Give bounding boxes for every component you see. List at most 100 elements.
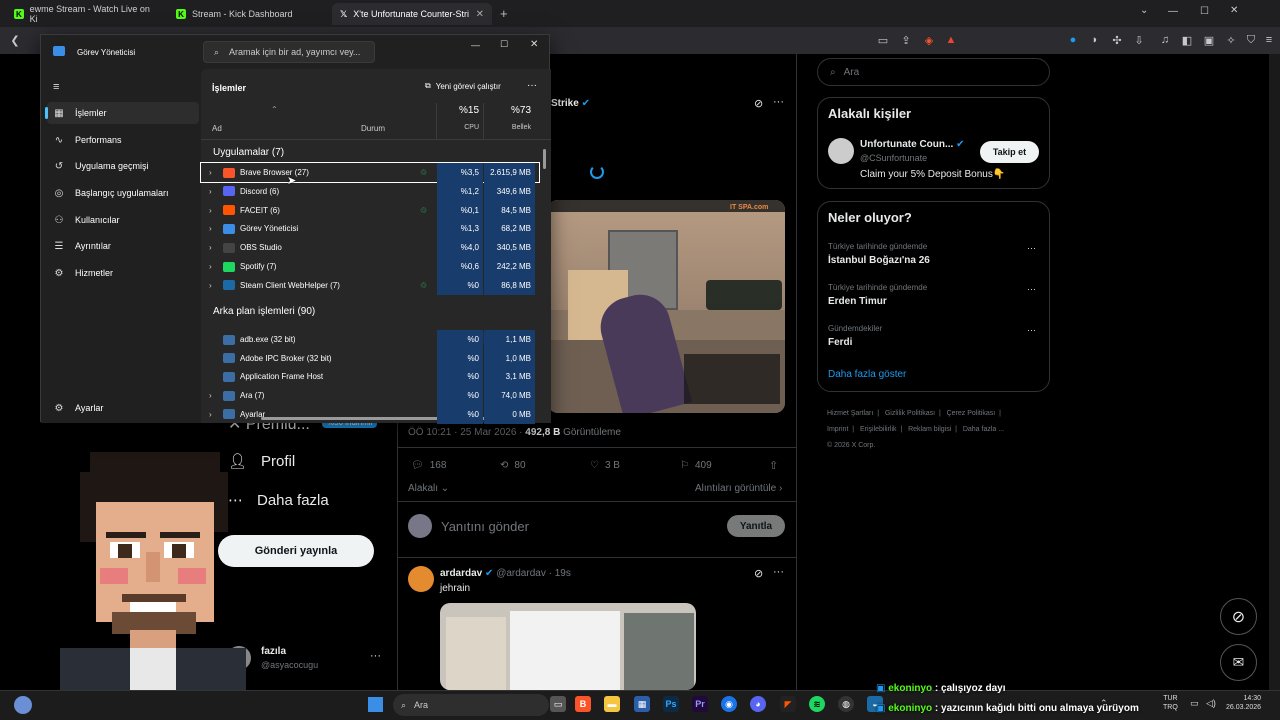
- column-memory[interactable]: Bellek: [484, 124, 535, 131]
- process-row[interactable]: › Brave Browser (27) ♲ %3,5 2.615,9 MB: [200, 162, 540, 183]
- trend-item[interactable]: Ferdi: [828, 337, 852, 348]
- reply-button[interactable]: Yanıtla: [727, 515, 785, 537]
- process-row[interactable]: › Steam Client WebHelper (7) ♲ %0 86,8 MB: [201, 275, 539, 295]
- grok-icon[interactable]: ⊘: [754, 567, 763, 580]
- process-list-scrollbar[interactable]: [543, 149, 546, 169]
- search-input[interactable]: ⌕ Ara: [817, 58, 1050, 86]
- expand-chevron-icon[interactable]: ›: [209, 410, 223, 419]
- column-name[interactable]: Ad: [212, 124, 222, 133]
- tab-kick-dashboard[interactable]: K Stream - Kick Dashboard: [168, 3, 328, 25]
- network-icon[interactable]: ▭: [1190, 698, 1199, 709]
- expand-chevron-icon[interactable]: ›: [209, 281, 223, 290]
- run-new-task-button[interactable]: ⧉ Yeni görevi çalıştır: [425, 81, 501, 91]
- reply-image[interactable]: [440, 603, 696, 690]
- trend-more-icon[interactable]: ···: [1027, 243, 1036, 253]
- process-row[interactable]: › Ara (7) %0 74,0 MB: [201, 386, 539, 406]
- reply-more-icon[interactable]: ···: [773, 566, 784, 578]
- brave-rewards-icon[interactable]: ▲: [944, 33, 958, 47]
- person-name[interactable]: Unfortunate Coun... ✔: [860, 139, 965, 150]
- footer-link[interactable]: Reklam bilgisi: [908, 426, 951, 433]
- footer-link[interactable]: Imprint: [827, 426, 848, 433]
- nav-performance[interactable]: ∿ Performans: [47, 129, 199, 151]
- process-row[interactable]: Adobe IPC Broker (32 bit) %0 1,0 MB: [201, 348, 539, 368]
- puzzle-icon[interactable]: ✣: [1110, 33, 1124, 47]
- widgets-icon[interactable]: [14, 696, 32, 714]
- messages-float-button[interactable]: ✉: [1220, 644, 1257, 681]
- column-status[interactable]: Durum: [361, 124, 385, 133]
- nav-startup-apps[interactable]: ◎ Başlangıç uygulamaları: [47, 182, 199, 204]
- follow-button[interactable]: Takip et: [980, 141, 1039, 163]
- nav-details[interactable]: ☰ Ayrıntılar: [47, 235, 199, 257]
- reply-input[interactable]: Yanıtını gönder: [441, 519, 529, 534]
- bookmarks-icon[interactable]: ♫: [1158, 33, 1172, 47]
- nav-settings[interactable]: ⚙ Ayarlar: [47, 397, 199, 419]
- nav-processes[interactable]: ▦ İşlemler: [45, 102, 199, 124]
- minimize-window-icon[interactable]: —: [1168, 6, 1178, 17]
- audio-icon[interactable]: ◗: [1088, 33, 1102, 47]
- task-view-icon[interactable]: ▭: [550, 696, 566, 712]
- expand-chevron-icon[interactable]: ›: [209, 168, 223, 177]
- trend-more-icon[interactable]: ···: [1027, 325, 1036, 335]
- input-language[interactable]: TUR TRQ: [1163, 694, 1178, 712]
- more-options-icon[interactable]: ···: [527, 80, 537, 91]
- premiere-icon[interactable]: Pr: [692, 696, 708, 712]
- brave-shield-icon[interactable]: ◈: [922, 33, 936, 47]
- sidebar-icon[interactable]: ◧: [1180, 33, 1194, 47]
- faceit-icon[interactable]: ◤: [780, 696, 796, 712]
- process-row[interactable]: adb.exe (32 bit) %0 1,1 MB: [201, 330, 539, 349]
- retweet-action[interactable]: ⟲ 80: [500, 460, 526, 471]
- maximize-icon[interactable]: ☐: [500, 39, 508, 50]
- nav-services[interactable]: ⚙ Hizmetler: [47, 262, 199, 284]
- sort-relevant-dropdown[interactable]: Alakalı ⌄: [408, 483, 449, 494]
- discord-icon[interactable]: ◕: [750, 696, 766, 712]
- photoshop-icon[interactable]: Ps: [663, 696, 679, 712]
- file-explorer-icon[interactable]: ▬: [604, 696, 620, 712]
- tab-x-post[interactable]: 𝕏 X'te Unfortunate Counter-Stri ✕: [332, 3, 492, 25]
- reply-author-avatar[interactable]: [408, 566, 434, 592]
- share-tweet-icon[interactable]: ⇧: [769, 459, 778, 472]
- account-menu-icon[interactable]: ···: [370, 650, 381, 662]
- footer-link[interactable]: Erişilebilirlik: [860, 426, 897, 433]
- taskbar-search[interactable]: ⌕ Ara: [393, 694, 549, 716]
- expand-chevron-icon[interactable]: ›: [209, 206, 223, 215]
- download-icon[interactable]: ⇩: [1132, 33, 1146, 47]
- footer-link[interactable]: Gizlilik Politikası: [885, 410, 935, 417]
- obs-icon[interactable]: ◍: [838, 696, 854, 712]
- reply-action[interactable]: 💬︎ 168: [411, 460, 446, 471]
- hamburger-menu-icon[interactable]: ≡: [53, 81, 59, 93]
- screen-icon[interactable]: ▭: [876, 33, 890, 47]
- footer-link[interactable]: Hizmet Şartları: [827, 410, 873, 417]
- chrome-icon[interactable]: ◉: [721, 696, 737, 712]
- spotify-icon[interactable]: ≋: [809, 696, 825, 712]
- grok-icon[interactable]: ⊘: [754, 97, 763, 110]
- new-tab-icon[interactable]: +: [500, 6, 508, 21]
- process-row[interactable]: › Görev Yöneticisi %1,3 68,2 MB: [201, 219, 539, 239]
- process-row[interactable]: › Discord (6) %1,2 349,6 MB: [201, 181, 539, 201]
- like-action[interactable]: ♡ 3 B: [590, 460, 620, 471]
- bookmark-action[interactable]: ⚐ 409: [680, 460, 712, 471]
- store-icon[interactable]: ▦: [634, 696, 650, 712]
- process-row[interactable]: › FACEIT (6) ♲ %0,1 84,5 MB: [201, 200, 539, 220]
- close-tab-icon[interactable]: ✕: [476, 9, 484, 20]
- trend-more-icon[interactable]: ···: [1027, 284, 1036, 294]
- page-scrollbar[interactable]: [1269, 54, 1280, 690]
- show-more-link[interactable]: Daha fazla göster: [828, 369, 906, 380]
- share-icon[interactable]: ⇪: [899, 33, 913, 47]
- tweet-more-icon[interactable]: ···: [773, 96, 784, 108]
- close-icon[interactable]: ✕: [530, 39, 538, 50]
- minimize-icon[interactable]: —: [471, 40, 480, 50]
- maximize-window-icon[interactable]: ☐: [1200, 6, 1209, 17]
- trend-item[interactable]: Erden Timur: [828, 296, 887, 307]
- column-cpu[interactable]: CPU: [437, 124, 483, 131]
- footer-link[interactable]: Daha fazla ...: [963, 426, 1004, 433]
- nav-users[interactable]: ⚇ Kullanıcılar: [47, 209, 199, 231]
- windows-start-icon[interactable]: [368, 697, 383, 712]
- close-window-icon[interactable]: ✕: [1230, 5, 1238, 16]
- tab-kick-stream[interactable]: Kewme Stream - Watch Live on Ki: [6, 3, 164, 25]
- process-row[interactable]: › Ayarlar %0 0 MB: [201, 404, 539, 424]
- menu-icon[interactable]: ≡: [1262, 33, 1276, 47]
- process-row[interactable]: › Spotify (7) %0,6 242,2 MB: [201, 257, 539, 276]
- process-search-input[interactable]: ⌕ Aramak için bir ad, yayımcı vey...: [203, 41, 375, 63]
- reply-author-name[interactable]: ardardav ✔ @ardardav · 19s: [440, 568, 571, 579]
- expand-chevron-icon[interactable]: ›: [209, 224, 223, 233]
